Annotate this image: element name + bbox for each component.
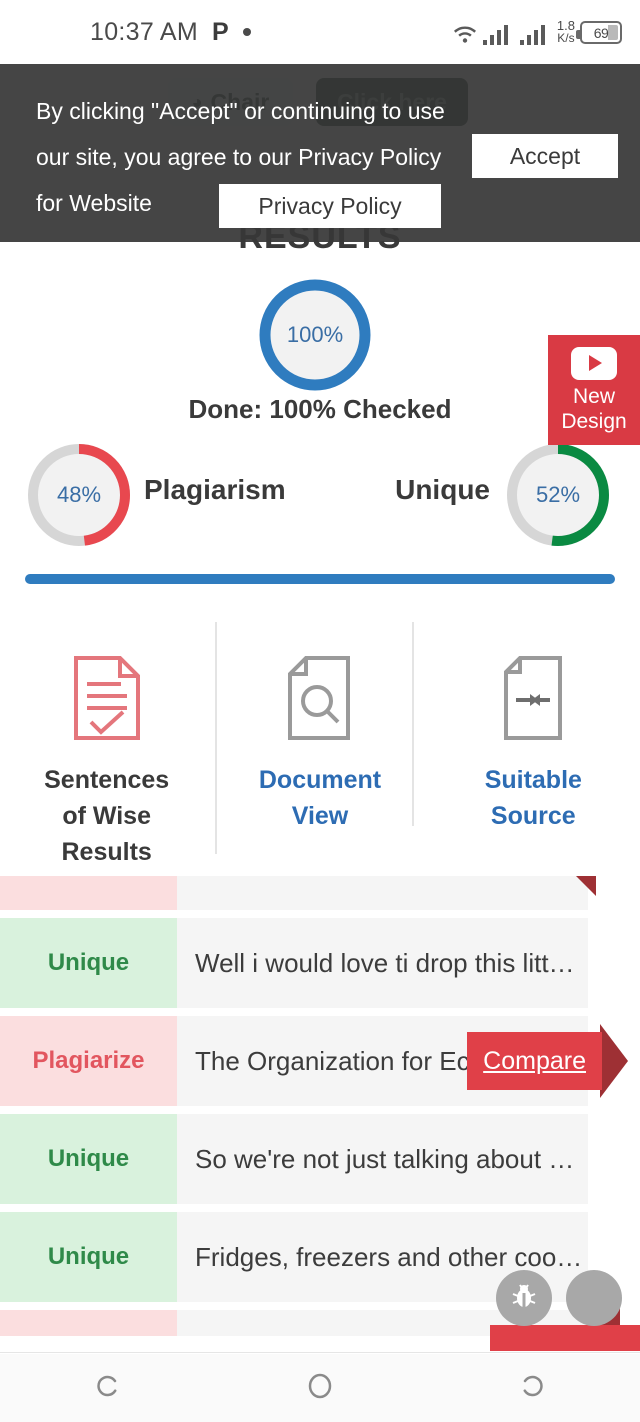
- overall-progress-value: 100%: [286, 322, 344, 347]
- plagiarism-donut: 48%: [24, 440, 134, 550]
- recents-icon: [518, 1371, 548, 1406]
- view-tabs: Sentences of Wise Results Document View: [0, 622, 640, 870]
- privacy-policy-button[interactable]: Privacy Policy: [219, 184, 441, 228]
- tab1-line1: Document: [258, 766, 382, 794]
- battery-icon: 69: [576, 21, 622, 44]
- tab0-line2: of Wise: [62, 802, 151, 830]
- row-tag: Unique: [0, 1114, 177, 1204]
- tab0-line3: Results: [61, 838, 152, 866]
- row-tag: [0, 1310, 177, 1336]
- row-text: Well i would love ti drop this litt…: [177, 918, 588, 1008]
- document-search-icon: [286, 652, 354, 744]
- row-text: [177, 876, 588, 910]
- overall-progress-donut: 100%: [255, 275, 375, 395]
- accept-button[interactable]: Accept: [472, 134, 618, 178]
- secondary-fab[interactable]: [566, 1270, 622, 1326]
- row-tag: Unique: [0, 1212, 177, 1302]
- sentence-results-list[interactable]: Unique Well i would love ti drop this li…: [0, 876, 640, 1336]
- back-icon: [92, 1371, 122, 1406]
- table-row[interactable]: Plagiarize The Organization for Econo… C…: [0, 1016, 640, 1106]
- nav-back-button[interactable]: [62, 1363, 152, 1413]
- tab-suitable-label: Suitable Source: [485, 762, 582, 834]
- tab-sentences-label: Sentences of Wise Results: [44, 762, 169, 870]
- bug-icon: [509, 1281, 539, 1316]
- table-row[interactable]: [0, 876, 640, 910]
- android-nav-bar: [0, 1354, 640, 1422]
- unique-label: Unique: [395, 474, 490, 505]
- app-indicator-icon: P: [212, 17, 229, 46]
- new-design-badge[interactable]: New Design: [548, 335, 640, 445]
- plagiarism-value: 48%: [56, 482, 102, 507]
- notification-dot-icon: [242, 28, 251, 36]
- tab0-line1: Sentences: [44, 766, 170, 794]
- tab-suitable-source[interactable]: Suitable Source: [427, 622, 640, 870]
- status-time: 10:37 AM: [90, 17, 199, 46]
- signal-bars-icon-1: [482, 23, 515, 45]
- data-rate-unit: K/s: [557, 31, 575, 45]
- status-bar: 10:37 AM P 1.8 K/s 69: [0, 0, 640, 64]
- signal-bars-icon-2: [519, 23, 552, 45]
- table-row[interactable]: Unique Well i would love ti drop this li…: [0, 918, 640, 1008]
- new-design-label: New Design: [561, 384, 626, 434]
- ribbon-tail-icon: [576, 876, 596, 896]
- plagiarism-label: Plagiarism: [144, 474, 286, 505]
- table-row[interactable]: Unique So we're not just talking about …: [0, 1114, 640, 1204]
- tab-divider-1: [215, 622, 217, 854]
- plagiarism-unique-row: 48% Plagiarism Unique 52%: [0, 440, 640, 560]
- row-text: So we're not just talking about …: [177, 1114, 588, 1204]
- nav-recents-button[interactable]: [488, 1363, 578, 1413]
- document-compare-icon: [502, 652, 564, 744]
- wifi-icon: [452, 21, 478, 45]
- data-rate-indicator: 1.8 K/s: [557, 19, 575, 44]
- row-tag: [0, 876, 177, 910]
- nav-home-button[interactable]: [275, 1363, 365, 1413]
- new-design-line1: New: [572, 384, 615, 408]
- battery-fill: [608, 25, 618, 40]
- youtube-icon: [571, 346, 617, 380]
- cookie-consent-banner: By clicking "Accept" or continuing to us…: [0, 64, 640, 242]
- row-tag: Unique: [0, 918, 177, 1008]
- debug-fab[interactable]: [496, 1270, 552, 1326]
- tab1-line2: View: [291, 802, 349, 830]
- tab-sentences-of-wise-results[interactable]: Sentences of Wise Results: [0, 622, 213, 870]
- row-tag: Plagiarize: [0, 1016, 177, 1106]
- unique-donut: 52%: [503, 440, 613, 550]
- status-bar-left: 10:37 AM P: [90, 18, 251, 47]
- content-bottom-divider: [0, 1352, 640, 1353]
- phone-screen: 10:37 AM P 1.8 K/s 69 By clicking "Accep…: [0, 0, 640, 1422]
- compare-button[interactable]: Compare: [467, 1032, 602, 1090]
- tab2-line2: Source: [490, 802, 576, 830]
- status-bar-right: 1.8 K/s 69: [452, 19, 622, 45]
- home-icon: [305, 1371, 335, 1406]
- bottom-ribbon-banner[interactable]: [490, 1297, 640, 1351]
- progress-bar: [25, 574, 615, 584]
- battery-level: 69: [593, 24, 609, 41]
- tab2-line1: Suitable: [484, 766, 582, 794]
- tab-divider-2: [412, 622, 414, 826]
- unique-value: 52%: [535, 482, 581, 507]
- new-design-line2: Design: [561, 409, 627, 433]
- done-status-text: Done: 100% Checked: [188, 394, 452, 424]
- document-check-icon: [71, 652, 143, 744]
- tab-document-view[interactable]: Document View: [213, 622, 426, 870]
- tab-document-label: Document View: [259, 762, 381, 834]
